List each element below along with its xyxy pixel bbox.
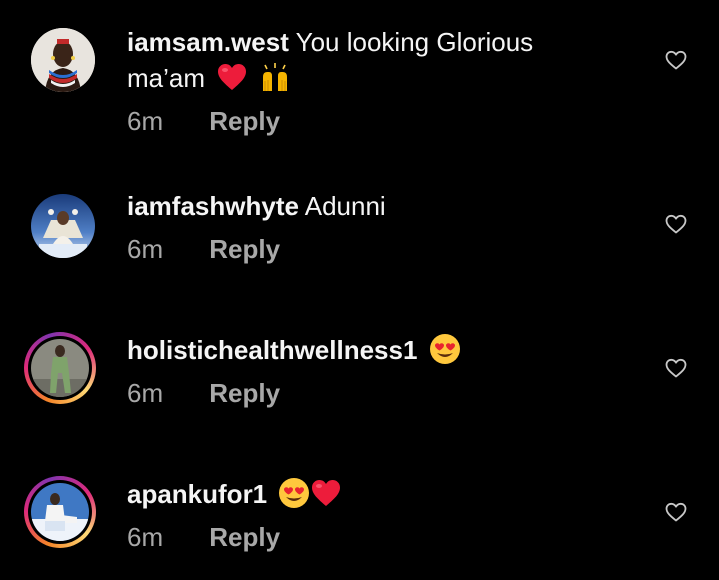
like-heart-icon[interactable] [664, 356, 688, 380]
avatar [31, 339, 89, 397]
comment-username[interactable]: iamsam.west [127, 27, 289, 57]
comment-username[interactable]: holistichealthwellness1 [127, 335, 417, 365]
reply-button[interactable]: Reply [209, 234, 280, 264]
comment-meta: 6m Reply [127, 378, 280, 409]
comment-text: apankufor1 [127, 476, 597, 512]
avatar[interactable] [31, 194, 95, 258]
comment-body: You looking Glorious [295, 27, 534, 57]
comment-meta: 6m Reply [127, 234, 280, 265]
avatar-ring-gap [28, 336, 92, 400]
avatar-ring-gap [28, 480, 92, 544]
heart-eyes-emoji [429, 333, 461, 365]
avatar-image [31, 28, 95, 92]
comment-text: iamfashwhyte Adunni [127, 188, 597, 224]
avatar-story-ring[interactable] [24, 332, 96, 404]
like-heart-icon[interactable] [664, 212, 688, 236]
avatar-image [31, 194, 95, 258]
comment-username[interactable]: iamfashwhyte [127, 191, 299, 221]
red-heart-emoji [216, 61, 248, 93]
comment-timestamp: 6m [127, 234, 164, 264]
comment-body: Adunni [304, 191, 386, 221]
comment-body-continued: ma’am [127, 63, 206, 93]
heart-eyes-emoji [278, 477, 310, 509]
red-heart-emoji [310, 477, 342, 509]
comment-text: holistichealthwellness1 [127, 332, 597, 368]
raising-hands-emoji [259, 61, 291, 93]
comment-meta: 6m Reply [127, 522, 280, 553]
reply-button[interactable]: Reply [209, 522, 280, 552]
like-heart-icon[interactable] [664, 48, 688, 72]
comment-timestamp: 6m [127, 522, 164, 552]
avatar [31, 483, 89, 541]
avatar-story-ring[interactable] [24, 476, 96, 548]
comment-timestamp: 6m [127, 106, 164, 136]
reply-button[interactable]: Reply [209, 106, 280, 136]
avatar[interactable] [31, 28, 95, 92]
comment-meta: 6m Reply [127, 106, 280, 137]
reply-button[interactable]: Reply [209, 378, 280, 408]
like-heart-icon[interactable] [664, 500, 688, 524]
comment-text: iamsam.west You looking Glorious ma’am [127, 24, 597, 96]
comment-timestamp: 6m [127, 378, 164, 408]
comment-username[interactable]: apankufor1 [127, 479, 267, 509]
